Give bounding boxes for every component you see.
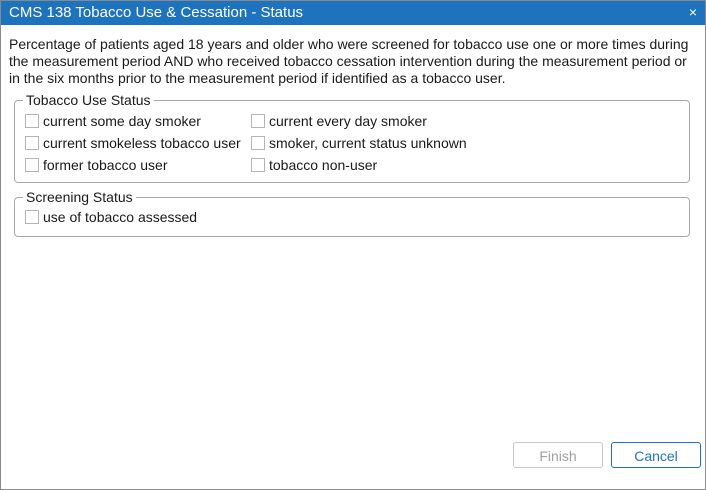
checkbox-use-of-tobacco-assessed[interactable]: use of tobacco assessed [25, 209, 197, 225]
checkbox-tobacco-non-user[interactable]: tobacco non-user [251, 157, 377, 173]
checkbox-former-tobacco-user[interactable]: former tobacco user [25, 157, 168, 173]
group-legend: Screening Status [23, 188, 136, 206]
cancel-button[interactable]: Cancel [611, 442, 701, 468]
checkbox-label: current every day smoker [269, 113, 427, 129]
dialog-window: CMS 138 Tobacco Use & Cessation - Status… [0, 0, 706, 490]
checkbox-box[interactable] [25, 136, 39, 150]
checkbox-current-some-day-smoker[interactable]: current some day smoker [25, 113, 201, 129]
checkbox-label: use of tobacco assessed [43, 209, 198, 225]
checkbox-box[interactable] [25, 114, 39, 128]
checkbox-current-every-day-smoker[interactable]: current every day smoker [251, 113, 427, 129]
checkbox-label: tobacco non-user [269, 157, 378, 173]
checkbox-current-smokeless-tobacco-user[interactable]: current smokeless tobacco user [25, 135, 241, 151]
checkbox-box[interactable] [251, 158, 265, 172]
checkbox-box[interactable] [25, 158, 39, 172]
checkbox-box[interactable] [251, 114, 265, 128]
dialog-title: CMS 138 Tobacco Use & Cessation - Status [9, 4, 304, 21]
checkbox-box[interactable] [251, 136, 265, 150]
checkbox-smoker-current-status-unknown[interactable]: smoker, current status unknown [251, 135, 467, 151]
tobacco-use-status-group: Tobacco Use Status current some day smok… [14, 91, 690, 183]
checkbox-label: current smokeless tobacco user [43, 135, 241, 151]
measure-description: Percentage of patients aged 18 years and… [9, 36, 689, 86]
close-icon[interactable]: × [685, 4, 701, 20]
checkbox-label: former tobacco user [43, 157, 168, 173]
checkbox-label: current some day smoker [43, 113, 201, 129]
screening-status-group: Screening Status use of tobacco assessed [14, 188, 690, 237]
dialog-titlebar[interactable]: CMS 138 Tobacco Use & Cessation - Status… [1, 1, 705, 25]
checkbox-label: smoker, current status unknown [269, 135, 467, 151]
group-legend: Tobacco Use Status [23, 91, 154, 109]
checkbox-box[interactable] [25, 210, 39, 224]
finish-button[interactable]: Finish [513, 442, 603, 468]
